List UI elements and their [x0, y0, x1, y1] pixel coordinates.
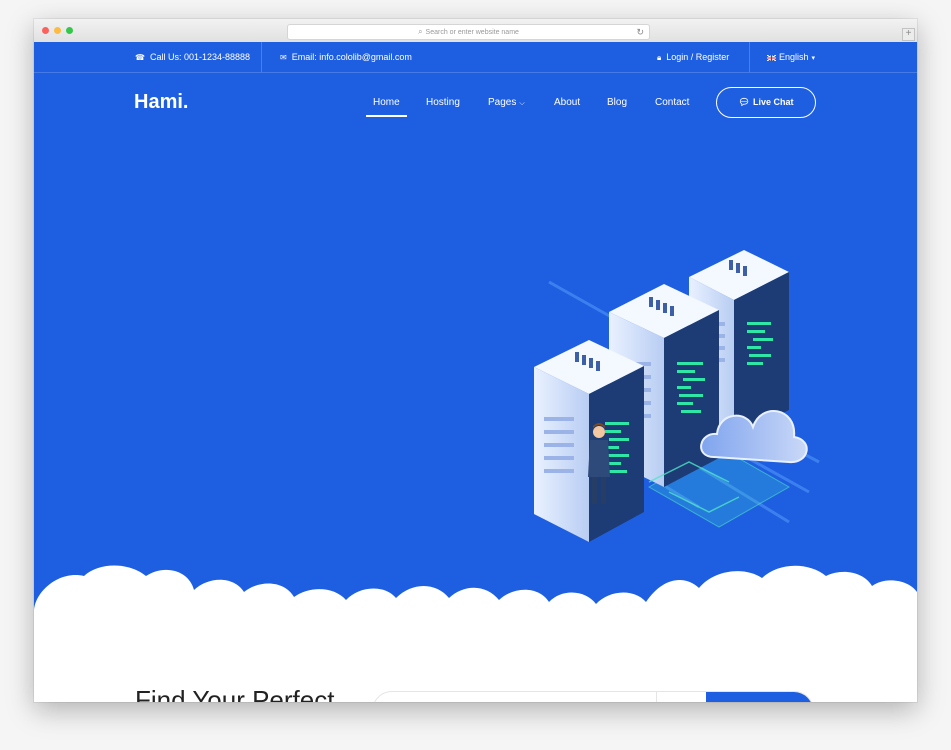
- nav-contact[interactable]: Contact: [655, 97, 689, 108]
- live-chat-button[interactable]: 💬︎ Live Chat: [716, 87, 816, 118]
- chevron-down-icon: ⌵: [519, 100, 525, 107]
- reload-icon[interactable]: ↻: [636, 25, 644, 39]
- login-register-link[interactable]: 🔒︎ Login / Register: [657, 52, 729, 63]
- new-tab-button[interactable]: +: [902, 28, 915, 41]
- nav-hosting[interactable]: Hosting: [426, 97, 460, 108]
- chat-bubble-icon: 💬︎: [738, 97, 750, 107]
- phone-text: Call Us: 001-1234-88888: [149, 52, 251, 62]
- nav-about[interactable]: About: [554, 97, 580, 108]
- envelope-icon: ✉: [280, 53, 287, 62]
- language-text: English: [779, 52, 809, 62]
- topbar-divider: [261, 42, 262, 72]
- phone-contact[interactable]: ☎ Call Us: 001-1234-88888: [135, 52, 250, 62]
- nav-home[interactable]: Home: [366, 97, 407, 117]
- maximize-window-icon[interactable]: [66, 27, 73, 34]
- browser-toolbar: ⌕ Search or enter website name ↻ +: [34, 19, 917, 43]
- browser-window: ⌕ Search or enter website name ↻ + ☎ Call …: [34, 19, 917, 702]
- top-info-bar: ☎ Call Us: 001-1234-88888 ✉ Email: info.co…: [34, 42, 917, 73]
- nav-pages-label: Pages: [488, 97, 517, 108]
- close-window-icon[interactable]: [42, 27, 49, 34]
- email-text: Email: info.cololib@gmail.com: [291, 52, 412, 62]
- domain-search-form[interactable]: [372, 691, 814, 702]
- caret-down-icon: ▾: [811, 55, 816, 62]
- topbar-divider: [749, 42, 750, 72]
- uk-flag-icon: [766, 54, 777, 62]
- address-bar[interactable]: ⌕ Search or enter website name ↻: [287, 24, 650, 40]
- search-icon: ⌕: [418, 27, 423, 36]
- phone-icon: ☎: [135, 53, 145, 62]
- live-chat-label: Live Chat: [752, 97, 794, 107]
- email-contact[interactable]: ✉ Email: info.cololib@gmail.com: [280, 52, 412, 62]
- minimize-window-icon[interactable]: [54, 27, 61, 34]
- address-bar-placeholder: Search or enter website name: [425, 29, 519, 36]
- nav-blog[interactable]: Blog: [607, 97, 627, 108]
- website: ☎ Call Us: 001-1234-88888 ✉ Email: info.co…: [34, 42, 917, 702]
- login-text: Login / Register: [666, 52, 730, 62]
- lock-icon: 🔒︎: [657, 53, 662, 62]
- language-selector[interactable]: English ▾: [766, 52, 816, 62]
- site-logo[interactable]: Hami.: [134, 91, 188, 114]
- nav-pages[interactable]: Pages ⌵: [488, 97, 525, 108]
- domain-search-button[interactable]: [706, 692, 813, 702]
- server-racks-cloud-illustration: [534, 250, 820, 542]
- domain-search-heading: Find Your Perfect: [135, 685, 335, 702]
- form-divider: [656, 692, 657, 702]
